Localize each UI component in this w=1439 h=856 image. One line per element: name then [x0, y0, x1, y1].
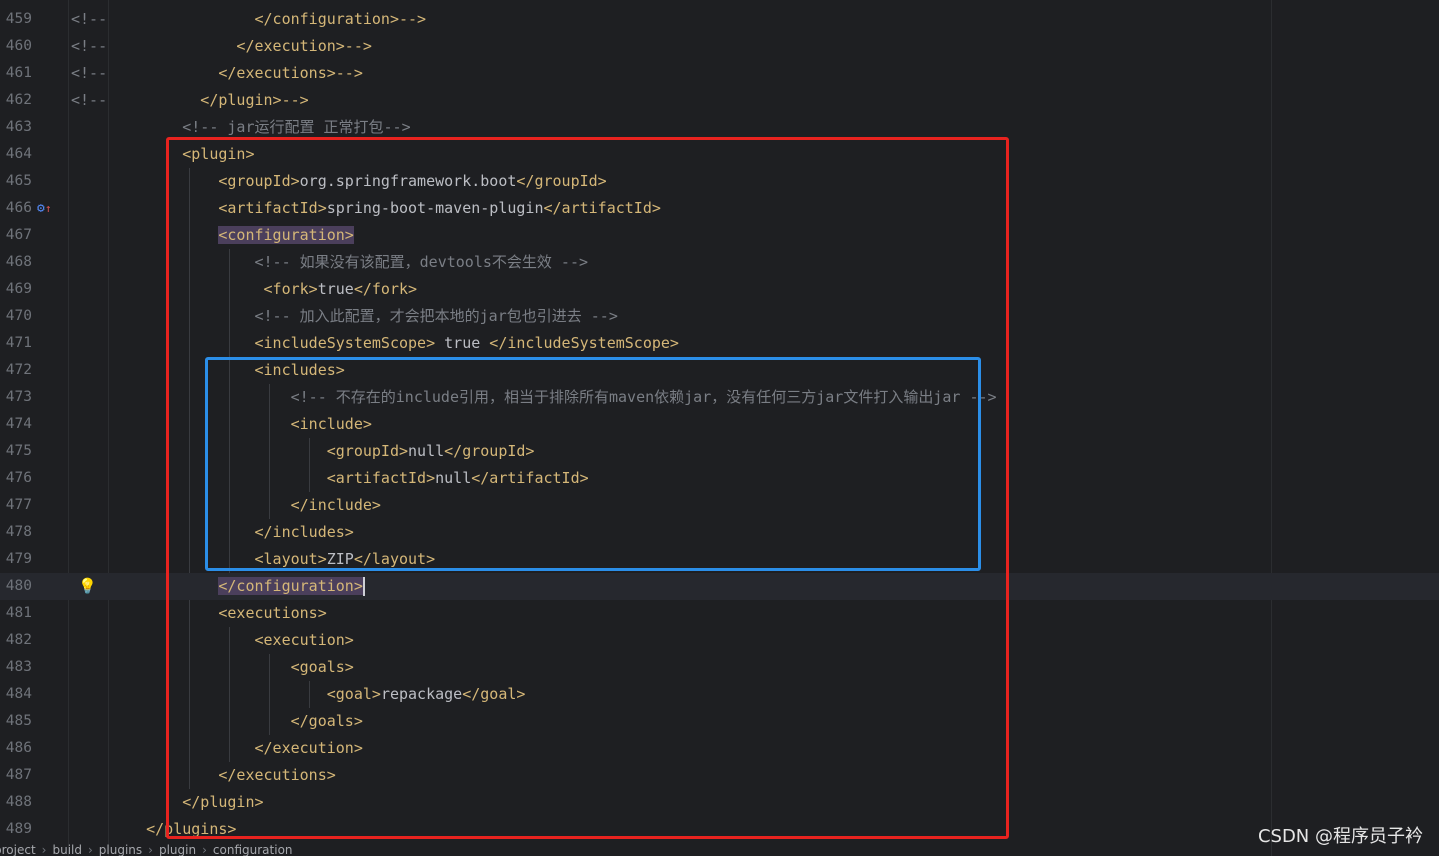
line-number[interactable]: 465: [0, 168, 32, 195]
code-line[interactable]: 461 <!-- </executions>-->: [0, 60, 1439, 87]
line-number[interactable]: 489: [0, 816, 32, 843]
breadcrumb-separator-icon: ›: [87, 843, 93, 856]
gutter-comment-marker: <!--: [71, 10, 108, 28]
line-number[interactable]: 473: [0, 384, 32, 411]
breadcrumb-separator-icon: ›: [202, 843, 207, 856]
breadcrumb-separator-icon: ›: [41, 843, 47, 856]
line-number[interactable]: 478: [0, 519, 32, 546]
lightbulb-icon[interactable]: 💡: [78, 573, 97, 600]
line-number[interactable]: 460: [0, 33, 32, 60]
line-number[interactable]: 462: [0, 87, 32, 114]
code-tag: </configuration>-->: [110, 10, 427, 28]
code-tag: </execution>-->: [110, 37, 372, 55]
code-text[interactable]: </executions>-->: [110, 60, 363, 87]
code-tag: </plugin>-->: [110, 91, 309, 109]
line-number[interactable]: 470: [0, 303, 32, 330]
code-line[interactable]: 460 <!-- </execution>-->: [0, 33, 1439, 60]
line-number[interactable]: 487: [0, 762, 32, 789]
line-number[interactable]: 476: [0, 465, 32, 492]
gutter-comment-marker: <!--: [71, 37, 108, 55]
line-number[interactable]: 481: [0, 600, 32, 627]
line-number[interactable]: 480: [0, 573, 32, 600]
code-text[interactable]: </execution>-->: [110, 33, 372, 60]
code-tag: </executions>-->: [110, 64, 363, 82]
breadcrumb-item[interactable]: plugin: [159, 843, 196, 856]
breadcrumb-item[interactable]: project: [0, 843, 36, 856]
line-number[interactable]: 466: [0, 195, 32, 222]
line-number[interactable]: 463: [0, 114, 32, 141]
line-number[interactable]: 468: [0, 249, 32, 276]
code-text[interactable]: </plugin>-->: [110, 87, 309, 114]
code-comment: <!-- jar运行配置 正常打包-->: [110, 118, 411, 136]
line-number[interactable]: 475: [0, 438, 32, 465]
line-number[interactable]: 479: [0, 546, 32, 573]
code-editor[interactable]: 459 <!-- </configuration>--> 460 <!-- </exe…: [0, 0, 1439, 856]
blue-annotation-box: [205, 357, 981, 571]
breadcrumb: project › build › plugins › plugin › configurati…: [0, 843, 1439, 856]
breadcrumb-item[interactable]: plugins: [99, 843, 142, 856]
line-number[interactable]: 471: [0, 330, 32, 357]
line-number[interactable]: 483: [0, 654, 32, 681]
line-number[interactable]: 467: [0, 222, 32, 249]
code-line[interactable]: 462 <!-- </plugin>-->: [0, 87, 1439, 114]
code-text[interactable]: </configuration>-->: [110, 6, 426, 33]
line-number[interactable]: 484: [0, 681, 32, 708]
gutter-comment-marker: <!--: [71, 64, 108, 82]
line-number[interactable]: 459: [0, 6, 32, 33]
run-config-icon[interactable]: ⚙↑: [37, 195, 51, 222]
line-number[interactable]: 477: [0, 492, 32, 519]
line-number[interactable]: 472: [0, 357, 32, 384]
breadcrumb-item[interactable]: configuration: [213, 843, 293, 856]
line-number[interactable]: 486: [0, 735, 32, 762]
line-number[interactable]: 461: [0, 60, 32, 87]
watermark: CSDN @程序员子衿: [1257, 826, 1423, 847]
gutter-comment-marker: <!--: [71, 91, 108, 109]
line-number[interactable]: 474: [0, 411, 32, 438]
line-number[interactable]: 488: [0, 789, 32, 816]
breadcrumb-separator-icon: ›: [148, 843, 153, 856]
code-line[interactable]: 459 <!-- </configuration>-->: [0, 6, 1439, 33]
line-number[interactable]: 485: [0, 708, 32, 735]
line-number[interactable]: 464: [0, 141, 32, 168]
line-number[interactable]: 482: [0, 627, 32, 654]
breadcrumb-item[interactable]: build: [52, 843, 82, 856]
line-number[interactable]: 469: [0, 276, 32, 303]
